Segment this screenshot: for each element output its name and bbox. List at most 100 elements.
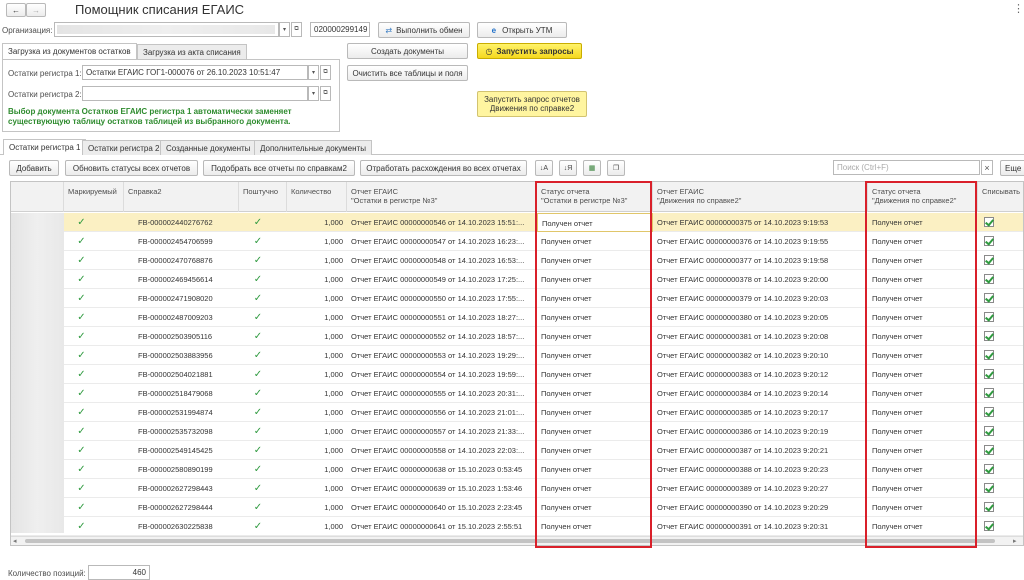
clear-tables-button[interactable]: Очистить все таблицы и поля xyxy=(347,65,468,81)
org-dropdown-button[interactable]: ▾ xyxy=(279,22,290,37)
piece-check-icon: ✓ xyxy=(253,350,263,361)
write-off-checkbox[interactable] xyxy=(984,464,994,474)
reg1-field[interactable]: Остатки ЕГАИС ГОГ1-000076 от 26.10.2023 … xyxy=(82,65,308,80)
reg1-dropdown-button[interactable]: ▾ xyxy=(308,65,319,80)
export-table-icon[interactable]: ▦ xyxy=(583,160,601,176)
write-off-checkbox[interactable] xyxy=(984,521,994,531)
qty-cell: 1,000 xyxy=(324,465,343,474)
tab-load-from-writeoff[interactable]: Загрузка из акта списания xyxy=(137,44,247,59)
write-off-checkbox[interactable] xyxy=(984,502,994,512)
org-open-button[interactable]: ⧉ xyxy=(291,22,302,37)
col-report-movement[interactable]: Отчет ЕГАИС "Движения по справке2" xyxy=(653,182,868,212)
report-movement-cell: Отчет ЕГАИС 00000000390 от 14.10.2023 9:… xyxy=(657,503,829,512)
forward-button[interactable]: → xyxy=(26,3,46,17)
marked-check-icon: ✓ xyxy=(77,369,86,380)
col-blank xyxy=(11,182,64,212)
write-off-checkbox[interactable] xyxy=(984,293,994,303)
exchange-button[interactable]: ⇄ Выполнить обмен xyxy=(378,22,470,38)
ref2-cell: FB-000002627298444 xyxy=(138,503,213,512)
reg2-open-button[interactable]: ⧉ xyxy=(320,86,331,101)
scroll-left-icon[interactable]: ◂ xyxy=(13,537,17,545)
count-field: 460 xyxy=(88,565,150,580)
write-off-checkbox[interactable] xyxy=(984,236,994,246)
report-movement-cell: Отчет ЕГАИС 00000000384 от 14.10.2023 9:… xyxy=(657,389,829,398)
exchange-icon: ⇄ xyxy=(385,25,393,35)
col-report-reg3[interactable]: Отчет ЕГАИС "Остатки в регистре №3" xyxy=(347,182,537,212)
report-reg3-cell: Отчет ЕГАИС 00000000548 от 14.10.2023 16… xyxy=(351,256,525,265)
write-off-checkbox[interactable] xyxy=(984,483,994,493)
qty-cell: 1,000 xyxy=(324,256,343,265)
scroll-right-icon[interactable]: ▸ xyxy=(1013,537,1017,545)
create-documents-button[interactable]: Создать документы xyxy=(347,43,468,59)
col-ref2[interactable]: Справка2 xyxy=(124,182,239,212)
write-off-checkbox[interactable] xyxy=(984,369,994,379)
open-utm-button[interactable]: e Открыть УТМ xyxy=(477,22,567,38)
ref2-cell: FB-000002627298443 xyxy=(138,484,213,493)
marked-check-icon: ✓ xyxy=(77,483,86,494)
sort-desc-icon[interactable]: ↓Я xyxy=(559,160,577,176)
tab-additional-documents[interactable]: Дополнительные документы xyxy=(254,140,372,155)
marked-check-icon: ✓ xyxy=(77,255,86,266)
more-button[interactable]: Еще xyxy=(1000,160,1024,176)
inn-field[interactable]: 020000299149 xyxy=(310,22,370,37)
write-off-checkbox[interactable] xyxy=(984,312,994,322)
write-off-checkbox[interactable] xyxy=(984,407,994,417)
page-title: Помощник списания ЕГАИС xyxy=(75,2,245,17)
search-input[interactable]: Поиск (Ctrl+F) xyxy=(833,160,980,175)
write-off-checkbox[interactable] xyxy=(984,445,994,455)
report-movement-cell: Отчет ЕГАИС 00000000379 от 14.10.2023 9:… xyxy=(657,294,829,303)
pick-reports-button[interactable]: Подобрать все отчеты по справкам2 xyxy=(203,160,355,176)
reg2-field[interactable] xyxy=(82,86,308,101)
write-off-checkbox[interactable] xyxy=(984,350,994,360)
scroll-thumb[interactable] xyxy=(25,539,995,543)
piece-check-icon: ✓ xyxy=(253,255,263,266)
qty-cell: 1,000 xyxy=(324,427,343,436)
marked-check-icon: ✓ xyxy=(77,426,86,437)
tab-created-documents[interactable]: Созданные документы xyxy=(160,140,257,155)
piece-check-icon: ✓ xyxy=(253,464,263,475)
ref2-cell: FB-000002630225838 xyxy=(138,522,213,531)
run-requests-button[interactable]: ◷ Запустить запросы xyxy=(477,43,582,59)
copy-icon[interactable]: ❐ xyxy=(607,160,625,176)
ref2-cell: FB-000002549145425 xyxy=(138,446,213,455)
process-diffs-button[interactable]: Отработать расхождения во всех отчетах xyxy=(360,160,527,176)
report-movement-cell: Отчет ЕГАИС 00000000376 от 14.10.2023 9:… xyxy=(657,237,829,246)
write-off-checkbox[interactable] xyxy=(984,331,994,341)
col-piece[interactable]: Поштучно xyxy=(239,182,287,212)
col-write-off[interactable]: Списывать xyxy=(978,182,1023,212)
write-off-checkbox[interactable] xyxy=(984,255,994,265)
org-label: Организация: xyxy=(2,26,53,35)
tab-reg2-remains[interactable]: Остатки регистра 2 xyxy=(82,140,166,155)
qty-cell: 1,000 xyxy=(324,218,343,227)
write-off-checkbox[interactable] xyxy=(984,274,994,284)
piece-check-icon: ✓ xyxy=(253,388,263,399)
write-off-checkbox[interactable] xyxy=(984,388,994,398)
back-button[interactable]: ← xyxy=(6,3,26,17)
marked-check-icon: ✓ xyxy=(77,331,86,342)
qty-cell: 1,000 xyxy=(324,446,343,455)
sort-asc-icon[interactable]: ↓A xyxy=(535,160,553,176)
col-qty[interactable]: Количество xyxy=(287,182,347,212)
marked-check-icon: ✓ xyxy=(77,407,86,418)
more-menu-icon[interactable]: ⋮ xyxy=(1013,2,1024,15)
run-movement-request-button[interactable]: Запустить запрос отчетов Движения по спр… xyxy=(477,91,587,117)
qty-cell: 1,000 xyxy=(324,408,343,417)
tab-reg1-remains[interactable]: Остатки регистра 1 xyxy=(3,139,87,155)
piece-check-icon: ✓ xyxy=(253,502,263,513)
write-off-checkbox[interactable] xyxy=(984,426,994,436)
col-marked[interactable]: Маркируемый xyxy=(64,182,124,212)
org-field[interactable] xyxy=(54,22,279,37)
search-clear-button[interactable]: × xyxy=(981,160,993,175)
tab-load-from-remains[interactable]: Загрузка из документов остатков xyxy=(2,43,137,59)
ref2-cell: FB-000002518479068 xyxy=(138,389,213,398)
write-off-checkbox[interactable] xyxy=(984,217,994,227)
qty-cell: 1,000 xyxy=(324,503,343,512)
update-statuses-button[interactable]: Обновить статусы всех отчетов xyxy=(65,160,198,176)
report-reg3-cell: Отчет ЕГАИС 00000000556 от 14.10.2023 21… xyxy=(351,408,525,417)
add-button[interactable]: Добавить xyxy=(9,160,59,176)
report-reg3-cell: Отчет ЕГАИС 00000000550 от 14.10.2023 17… xyxy=(351,294,525,303)
marked-check-icon: ✓ xyxy=(77,350,86,361)
reg2-dropdown-button[interactable]: ▾ xyxy=(308,86,319,101)
reg1-open-button[interactable]: ⧉ xyxy=(320,65,331,80)
report-movement-cell: Отчет ЕГАИС 00000000387 от 14.10.2023 9:… xyxy=(657,446,829,455)
